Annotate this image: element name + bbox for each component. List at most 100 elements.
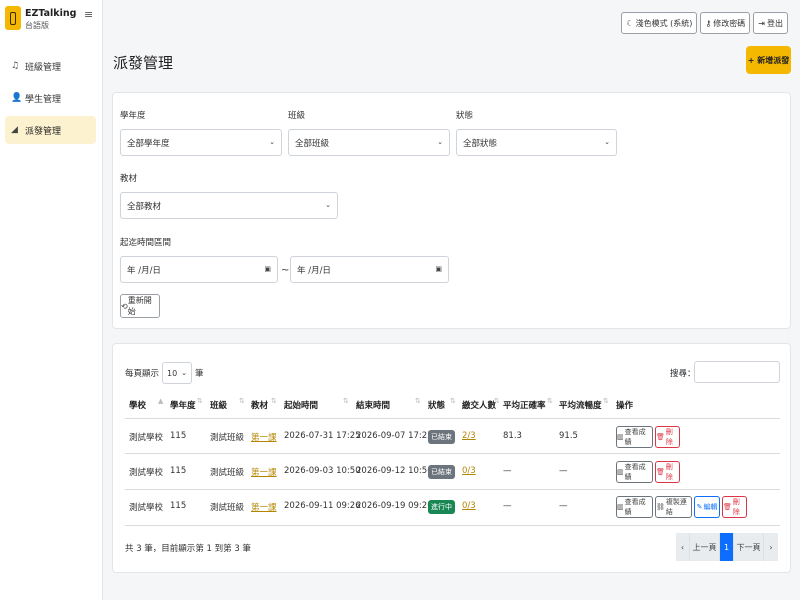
cell-year: 115: [170, 466, 187, 476]
cell-start: 2026-07-31 17:25: [284, 431, 361, 441]
pencil-icon: ✎: [696, 503, 703, 511]
cell-class: 測試班級: [210, 433, 245, 443]
search-input[interactable]: [694, 361, 780, 383]
status-select[interactable]: 全部狀態 ⌄: [456, 129, 617, 156]
brand-subtitle: 台語版: [25, 21, 49, 30]
cell-material-link[interactable]: 第一課: [251, 466, 277, 478]
chevron-down-icon: ⌄: [604, 138, 610, 146]
theme-toggle-button[interactable]: ☾ 淺色模式 (系統): [621, 12, 698, 34]
logout-icon: ⇥: [758, 18, 765, 28]
column-header-accuracy[interactable]: 平均正確率: [503, 399, 546, 411]
status-badge: 已結束: [428, 465, 455, 479]
link-icon: ⛓: [656, 503, 665, 511]
reset-label: 重新開始: [127, 296, 152, 316]
chart-icon: ▥: [617, 433, 624, 441]
column-header-status[interactable]: 狀態: [428, 399, 445, 411]
calendar-icon[interactable]: ▣: [435, 265, 442, 273]
material-select-value: 全部教材: [127, 201, 162, 212]
column-header-class[interactable]: 班級: [210, 399, 227, 411]
sidebar-item-classes[interactable]: ♫ 班級管理: [5, 52, 96, 80]
year-select[interactable]: 全部學年度 ⌄: [120, 129, 282, 156]
column-header-fluency[interactable]: 平均流暢度: [559, 399, 602, 411]
theme-label: 淺色模式 (系統): [635, 18, 693, 28]
copy-link-button[interactable]: ⛓ 複製連結: [655, 496, 692, 518]
pagination-page[interactable]: 1: [720, 533, 734, 561]
column-header-end[interactable]: 結束時間: [356, 399, 390, 411]
change-password-label: 修改密碼: [713, 18, 746, 28]
delete-button[interactable]: 🗑 刪除: [722, 496, 747, 518]
hamburger-icon[interactable]: ≡: [84, 8, 93, 21]
sidebar-item-students[interactable]: 👤 學生管理: [5, 84, 96, 112]
pagination-next[interactable]: 下一頁: [734, 533, 764, 561]
view-scores-button[interactable]: ▥ 查看成績: [616, 496, 653, 518]
cell-submitted-link[interactable]: 2/3: [462, 431, 476, 441]
logout-button[interactable]: ⇥ 登出: [753, 12, 788, 34]
cell-end: 2026-09-07 17:25: [356, 431, 433, 441]
cell-class: 測試班級: [210, 503, 245, 513]
column-header-actions: 操作: [616, 401, 634, 411]
page-length-value: 10: [167, 368, 178, 378]
row-divider: [125, 525, 780, 526]
status-filter-label: 狀態: [456, 111, 474, 121]
filter-card: 學年度 全部學年度 ⌄ 班級 全部班級 ⌄ 狀態 全部狀態 ⌄ 教材 全部教材 …: [112, 92, 791, 329]
cell-end: 2026-09-12 10:50: [356, 466, 433, 476]
view-scores-button[interactable]: ▥ 查看成績: [616, 426, 653, 448]
sidebar-item-label: 班級管理: [25, 62, 62, 73]
column-header-year[interactable]: 學年度: [170, 399, 196, 411]
row-divider: [125, 489, 780, 490]
change-password-button[interactable]: ⚷ 修改密碼: [700, 12, 751, 34]
column-header-material[interactable]: 教材: [251, 399, 268, 411]
chevron-down-icon: ⌄: [437, 138, 443, 146]
page-length-select[interactable]: 10 ⌄: [162, 362, 193, 384]
cell-fluency: 91.5: [559, 431, 578, 441]
music-icon: ♫: [11, 61, 20, 71]
column-header-school[interactable]: 學校: [129, 399, 146, 411]
view-scores-button[interactable]: ▥ 查看成績: [616, 461, 653, 483]
sidebar-item-label: 派發管理: [25, 126, 62, 137]
edit-button[interactable]: ✎ 編輯: [694, 496, 720, 518]
sort-icon[interactable]: ⇅: [197, 397, 203, 405]
sidebar-nav: ♫ 班級管理 👤 學生管理 ◢ 派發管理: [5, 52, 96, 148]
chart-icon: ▥: [617, 503, 624, 511]
calendar-icon[interactable]: ▣: [264, 265, 271, 273]
class-filter-label: 班級: [288, 111, 306, 121]
cell-accuracy: 81.3: [503, 431, 522, 441]
material-select[interactable]: 全部教材 ⌄: [120, 192, 338, 219]
delete-button[interactable]: 🗑 刪除: [655, 461, 680, 483]
reset-filters-button[interactable]: ⟲ 重新開始: [120, 294, 160, 318]
sidebar-item-assignments[interactable]: ◢ 派發管理: [5, 116, 96, 144]
sort-icon[interactable]: ⇅: [271, 397, 277, 405]
cell-submitted-link[interactable]: 0/3: [462, 501, 476, 511]
delete-label: 刪除: [665, 428, 673, 446]
cell-start: 2026-09-11 09:26: [284, 501, 361, 511]
sort-icon[interactable]: ⇅: [494, 397, 500, 405]
column-header-start[interactable]: 起始時間: [284, 399, 318, 411]
cell-submitted-link[interactable]: 0/3: [462, 466, 476, 476]
sort-icon[interactable]: ⇅: [239, 397, 245, 405]
pagination-first[interactable]: ‹: [676, 533, 690, 561]
view-scores-label: 查看成績: [624, 498, 646, 516]
delete-button[interactable]: 🗑 刪除: [655, 426, 680, 448]
sort-icon[interactable]: ⇅: [603, 397, 609, 405]
cell-material-link[interactable]: 第一課: [251, 501, 277, 513]
header-divider: [125, 418, 780, 419]
key-icon: ⚷: [705, 18, 712, 28]
pagination-last[interactable]: ›: [764, 533, 778, 561]
column-header-submitted[interactable]: 繳交人數: [462, 399, 496, 411]
add-assignment-button[interactable]: + 新增派發: [746, 46, 791, 74]
start-date-input[interactable]: 年 /月/日 ▣: [120, 256, 278, 283]
sort-icon[interactable]: ▲: [158, 397, 163, 405]
sort-icon[interactable]: ⇅: [450, 397, 456, 405]
view-scores-label: 查看成績: [624, 463, 646, 481]
date-range-separator: ~: [281, 265, 290, 276]
pagination-prev[interactable]: 上一頁: [690, 533, 720, 561]
cell-accuracy: —: [503, 501, 512, 511]
sort-icon[interactable]: ⇅: [415, 397, 421, 405]
cell-material-link[interactable]: 第一課: [251, 431, 277, 443]
sort-icon[interactable]: ⇅: [343, 397, 349, 405]
class-select[interactable]: 全部班級 ⌄: [288, 129, 450, 156]
end-date-input[interactable]: 年 /月/日 ▣: [290, 256, 449, 283]
page-title: 派發管理: [113, 54, 174, 72]
status-select-value: 全部狀態: [463, 138, 498, 149]
sort-icon[interactable]: ⇅: [547, 397, 553, 405]
